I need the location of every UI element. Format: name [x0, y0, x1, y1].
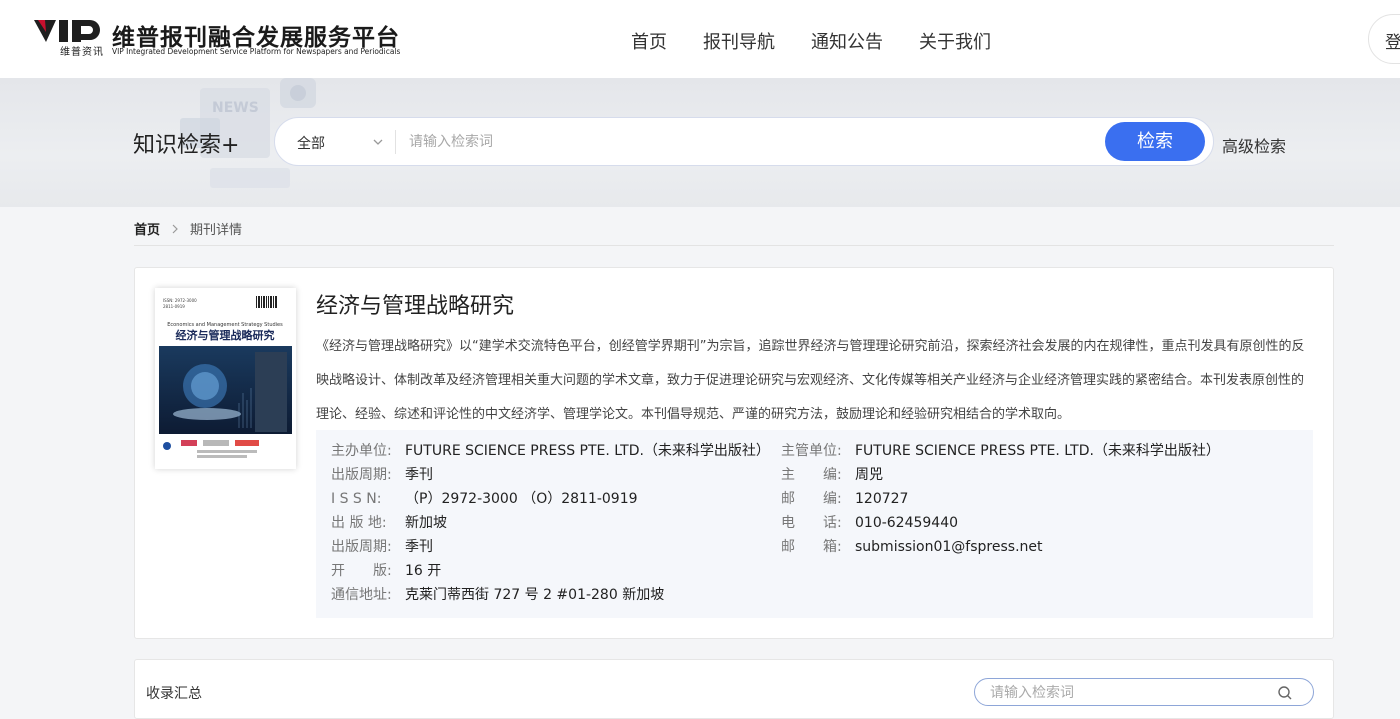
search-divider	[395, 130, 396, 154]
journal-description: 《经济与管理战略研究》以“建学术交流特色平台，创经管学界期刊”为宗旨，追踪世界经…	[316, 339, 1305, 422]
info-cycle: 出版周期: 季刊	[331, 467, 433, 483]
journal-info-panel: 主办单位: FUTURE SCIENCE PRESS PTE. LTD.（未来科…	[316, 430, 1313, 618]
login-label: 登	[1385, 33, 1400, 53]
top-header: 维普资讯 维普报刊融合发展服务平台 VIP Integrated Develop…	[0, 0, 1400, 78]
info-sponsor: 主办单位: FUTURE SCIENCE PRESS PTE. LTD.（未来科…	[331, 443, 770, 459]
collection-title: 收录汇总	[146, 686, 202, 702]
barcode-icon	[256, 296, 277, 308]
breadcrumb: 首页 期刊详情	[134, 219, 242, 238]
breadcrumb-home[interactable]: 首页	[134, 219, 160, 238]
collection-search-box	[974, 678, 1314, 706]
collection-card: 收录汇总	[134, 659, 1334, 719]
info-column-right: 主管单位: FUTURE SCIENCE PRESS PTE. LTD.（未来科…	[781, 441, 1220, 561]
journal-card: ISSN: 2972-3000 2811-0919 Economics and …	[134, 267, 1334, 639]
cover-title: 经济与管理战略研究	[176, 328, 275, 342]
advanced-search-link[interactable]: 高级检索	[1222, 133, 1286, 157]
info-postcode: 邮 编: 120727	[781, 491, 909, 507]
cover-issn-2: 2811-0919	[163, 304, 185, 309]
search-box: 全部 检索	[274, 117, 1214, 166]
search-input[interactable]	[409, 130, 1099, 154]
nav-announcements[interactable]: 通知公告	[811, 28, 883, 54]
journal-title: 经济与管理战略研究	[316, 294, 515, 319]
cover-publisher-logo-icon	[163, 442, 171, 450]
cover-worldcat-logo-icon	[203, 440, 229, 446]
info-editor: 主 编: 周兕	[781, 467, 883, 483]
chevron-right-icon	[172, 224, 178, 233]
search-icon[interactable]	[1277, 685, 1293, 701]
cover-partner-logo-icon	[181, 440, 197, 446]
info-cycle-2: 出版周期: 季刊	[331, 539, 433, 555]
search-title: 知识检索+	[133, 133, 240, 158]
main-nav: 首页 报刊导航 通知公告 关于我们	[631, 28, 991, 54]
nav-about-us[interactable]: 关于我们	[919, 28, 991, 54]
collection-search-input[interactable]	[990, 684, 1270, 702]
info-column-left: 主办单位: FUTURE SCIENCE PRESS PTE. LTD.（未来科…	[331, 441, 770, 609]
chevron-down-icon[interactable]	[371, 135, 385, 149]
cover-baidu-logo-icon	[235, 440, 259, 446]
search-banner: NEWS 知识检索+ 全部 检索 高级检索	[0, 78, 1400, 207]
cover-en-title: Economics and Management Strategy Studie…	[167, 322, 283, 328]
journal-cover-image: ISSN: 2972-3000 2811-0919 Economics and …	[155, 288, 296, 469]
breadcrumb-current: 期刊详情	[190, 223, 243, 238]
breadcrumb-divider	[134, 245, 1334, 246]
nav-periodical-guide[interactable]: 报刊导航	[703, 28, 775, 54]
login-button[interactable]: 登	[1368, 14, 1400, 64]
cover-issn-1: ISSN: 2972-3000	[163, 298, 197, 303]
info-place: 出 版 地: 新加坡	[331, 515, 447, 531]
search-scope-select[interactable]: 全部	[297, 133, 325, 153]
journal-cover[interactable]: ISSN: 2972-3000 2811-0919 Economics and …	[155, 288, 296, 469]
logo-subtitle: VIP Integrated Development Service Platf…	[112, 47, 401, 56]
banner-deco-text: NEWS	[212, 100, 259, 116]
info-address: 通信地址: 克莱门蒂西街 727 号 2 #01-280 新加坡	[331, 587, 665, 603]
info-email: 邮 箱: submission01@fspress.net	[781, 539, 1043, 555]
search-button[interactable]: 检索	[1105, 122, 1205, 161]
logo-mark-sub: 维普资讯	[60, 47, 104, 58]
info-supervisor: 主管单位: FUTURE SCIENCE PRESS PTE. LTD.（未来科…	[781, 443, 1220, 459]
nav-home[interactable]: 首页	[631, 28, 667, 54]
info-issn: I S S N: （P）2972-3000 （O）2811-0919	[331, 491, 638, 507]
site-logo[interactable]: 维普资讯 维普报刊融合发展服务平台 VIP Integrated Develop…	[34, 18, 400, 60]
info-format: 开 版: 16 开	[331, 563, 442, 579]
info-phone: 电 话: 010-62459440	[781, 515, 959, 531]
